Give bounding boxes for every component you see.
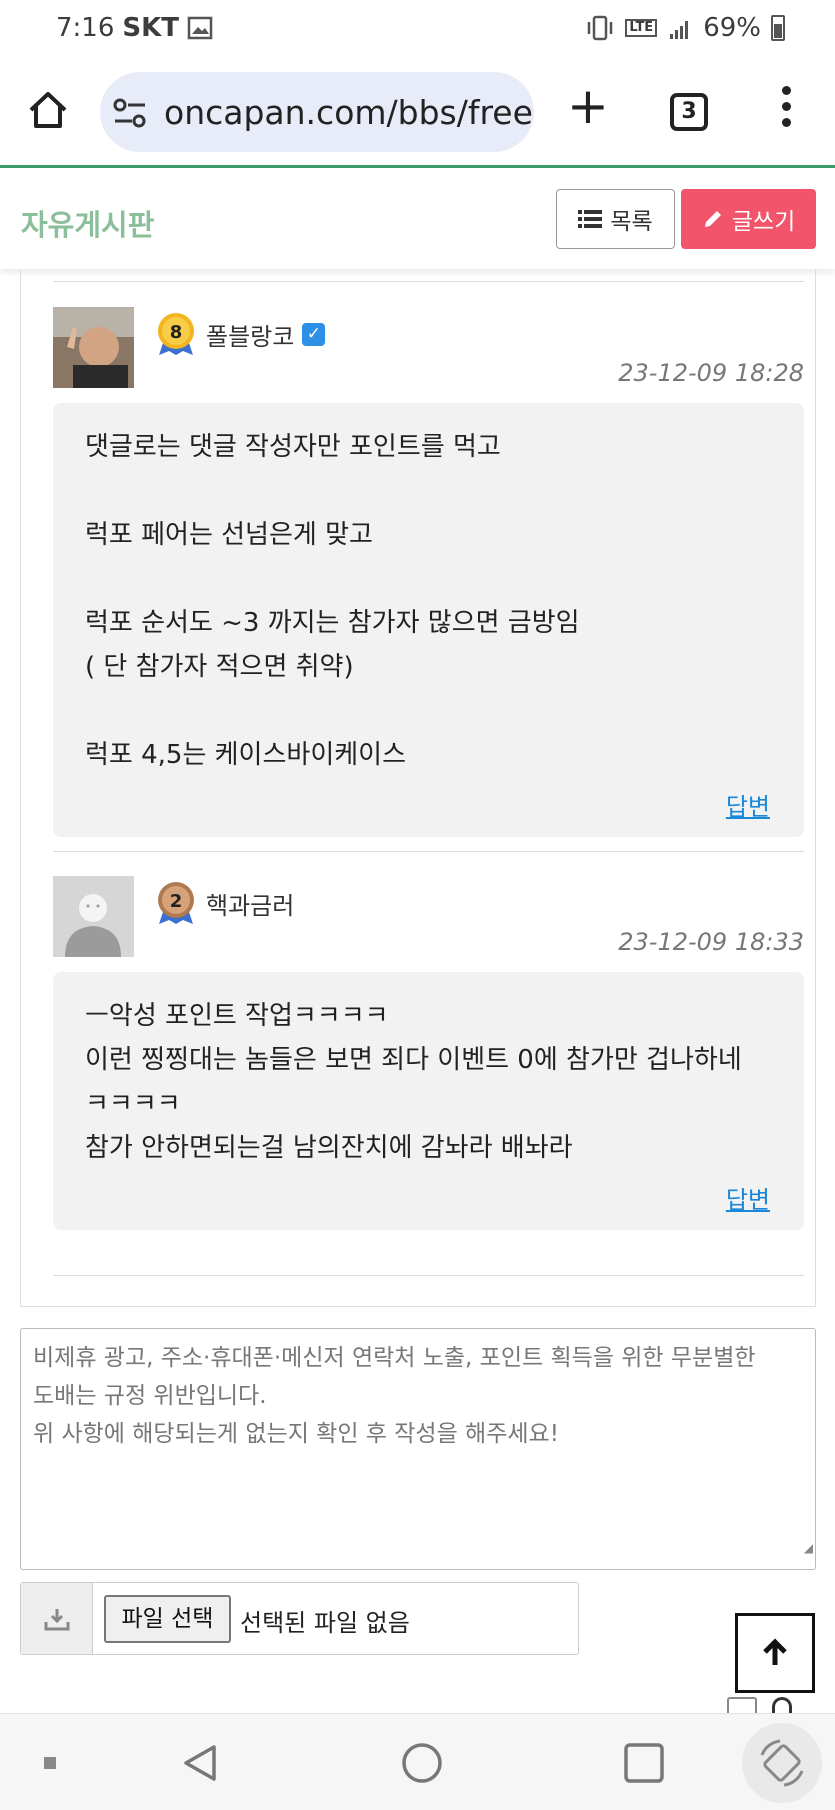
comment-date: 23-12-09 18:28: [618, 359, 804, 387]
list-button[interactable]: 목록: [556, 189, 675, 249]
verified-icon: ✓: [302, 323, 326, 346]
download-icon: [44, 1608, 69, 1630]
comment-author[interactable]: 핵과금러: [206, 886, 294, 921]
comment-divider: [53, 1275, 804, 1276]
comment-line: 댓글로는 댓글 작성자만 포인트를 먹고: [85, 432, 501, 462]
scroll-top-button[interactable]: [735, 1613, 815, 1693]
back-icon[interactable]: [170, 1714, 230, 1810]
home-icon[interactable]: [26, 88, 70, 132]
level-badge-icon: 8: [158, 313, 194, 355]
write-button-label: 글쓰기: [731, 209, 796, 235]
level-number: 8: [170, 322, 183, 343]
site-settings-icon[interactable]: [112, 96, 148, 130]
status-left: 7:16 SKT: [56, 13, 213, 43]
system-nav-bar: [0, 1713, 835, 1810]
network-type: LTE: [625, 19, 658, 37]
file-icon-cell: [21, 1583, 93, 1654]
comment-line: ( 단 참가자 적으면 취약): [85, 652, 354, 682]
more-vert-icon[interactable]: [778, 86, 794, 136]
rotate-icon[interactable]: [740, 1714, 824, 1810]
plus-icon: +: [567, 77, 609, 135]
write-button[interactable]: 글쓰기: [681, 189, 816, 249]
board-title[interactable]: 자유게시판: [21, 202, 154, 244]
comment-line: ㅡ악성 포인트 작업ㅋㅋㅋㅋ: [85, 1001, 389, 1031]
nav-dot-icon: [30, 1714, 70, 1810]
comment-line: [85, 557, 772, 601]
address-bar[interactable]: oncapan.com/bbs/free: [100, 72, 534, 152]
home-circle-icon[interactable]: [392, 1714, 452, 1810]
tab-switcher-button[interactable]: 3: [670, 93, 708, 131]
status-right: LTE 69%: [585, 13, 785, 43]
comment-date: 23-12-09 18:33: [618, 928, 804, 956]
comment-body: ㅡ악성 포인트 작업ㅋㅋㅋㅋ 이런 찡찡대는 놈들은 보면 죄다 이벤트 0에 …: [53, 972, 804, 1230]
comment-item: 2 핵과금러 23-12-09 18:33 ㅡ악성 포인트 작업ㅋㅋㅋㅋ 이런 …: [53, 876, 804, 1263]
vibrate-icon: [588, 15, 613, 41]
author-name: 핵과금러: [206, 892, 295, 920]
comment-line: 럭포 4,5는 케이스바이케이스: [85, 740, 406, 770]
recents-icon[interactable]: [614, 1714, 674, 1810]
status-carrier: SKT: [122, 13, 179, 43]
comment-list: 8 폴블랑코 ✓ 23-12-09 18:28 댓글로는 댓글 작성자만 포인트…: [20, 269, 816, 1307]
comment-line: 럭포 페어는 선넘은게 맞고: [85, 520, 373, 550]
comment-textarea[interactable]: 비제휴 광고, 주소·휴대폰·메신저 연락처 노출, 포인트 획득을 위한 무분…: [20, 1328, 816, 1570]
file-select-button[interactable]: 파일 선택: [104, 1595, 231, 1643]
signal-icon: [670, 21, 689, 39]
reply-link[interactable]: 답변: [726, 787, 770, 822]
comment-divider: [53, 851, 804, 852]
avatar[interactable]: [53, 307, 134, 388]
arrow-up-icon: [763, 1638, 787, 1665]
file-upload: 파일 선택 선택된 파일 없음: [20, 1582, 579, 1655]
url-text: oncapan.com/bbs/free: [164, 92, 533, 132]
comment-item: 8 폴블랑코 ✓ 23-12-09 18:28 댓글로는 댓글 작성자만 포인트…: [53, 307, 804, 837]
comment-line: [85, 689, 772, 733]
list-icon: [578, 210, 603, 228]
author-name: 폴블랑코: [206, 323, 295, 351]
battery-icon: [771, 15, 785, 41]
status-time: 7:16: [56, 13, 115, 43]
lock-icon: [772, 1697, 792, 1713]
file-status: 선택된 파일 없음: [240, 1609, 410, 1637]
textarea-placeholder-line: 도배는 규정 위반입니다.: [33, 1383, 267, 1409]
status-bar: 7:16 SKT LTE 69%: [0, 0, 835, 56]
comment-divider: [53, 281, 804, 282]
browser-toolbar: oncapan.com/bbs/free + 3: [0, 56, 835, 168]
comment-body: 댓글로는 댓글 작성자만 포인트를 먹고 럭포 페어는 선넘은게 맞고 럭포 순…: [53, 403, 804, 837]
comment-line: 이런 찡찡대는 놈들은 보면 죄다 이벤트 0에 참가만 겁나하네: [85, 1045, 742, 1075]
comment-line: 참가 안하면되는걸 남의잔치에 감놔라 배놔라: [85, 1133, 573, 1163]
comment-line: ㅋㅋㅋㅋ: [85, 1089, 181, 1119]
level-number: 2: [170, 891, 183, 912]
gallery-icon: [187, 16, 213, 40]
level-badge-icon: 2: [158, 882, 194, 924]
textarea-placeholder-line: 비제휴 광고, 주소·휴대폰·메신저 연락처 노출, 포인트 획득을 위한 무분…: [33, 1345, 756, 1371]
battery-percent: 69%: [703, 13, 761, 43]
list-button-label: 목록: [610, 209, 653, 235]
comment-line: [85, 469, 772, 513]
board-header: 자유게시판 목록 글쓰기: [0, 171, 835, 269]
reply-link[interactable]: 답변: [726, 1180, 770, 1215]
new-tab-button[interactable]: +: [566, 81, 610, 131]
comment-author[interactable]: 폴블랑코 ✓: [206, 317, 326, 352]
resize-grip-icon[interactable]: ◢: [804, 1529, 813, 1567]
avatar[interactable]: [53, 876, 134, 957]
textarea-placeholder-line: 위 사항에 해당되는게 없는지 확인 후 작성을 해주세요!: [33, 1421, 559, 1447]
pencil-icon: [704, 211, 721, 227]
comment-line: 럭포 순서도 ~3 까지는 참가자 많으면 금방임: [85, 608, 580, 638]
